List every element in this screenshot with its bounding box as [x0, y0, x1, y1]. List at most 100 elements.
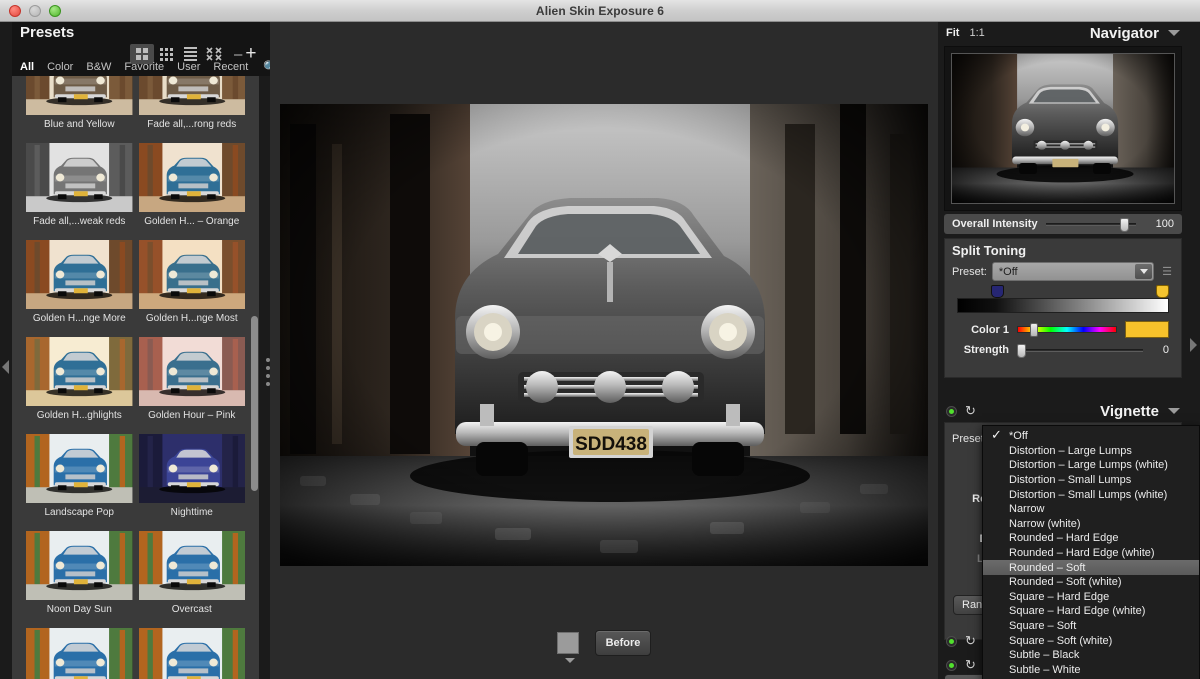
dropdown-option[interactable]: Square – Hard Edge — [983, 590, 1199, 605]
split-toning-preset-combo[interactable]: *Off — [992, 262, 1154, 281]
split-toning-title: Split Toning — [945, 239, 1181, 260]
filter-tab-all[interactable]: All — [20, 61, 34, 73]
presets-header: Presets – + A — [12, 22, 270, 76]
overall-intensity-value: 100 — [1144, 218, 1174, 230]
navigator-1to1-button[interactable]: 1:1 — [969, 27, 984, 39]
preset-thumbnail[interactable] — [139, 337, 246, 406]
reset-icon[interactable]: ↻ — [965, 403, 976, 419]
preset-thumbnail[interactable] — [26, 76, 133, 115]
dropdown-option[interactable]: Narrow (white) — [983, 517, 1199, 532]
dropdown-option[interactable]: Distortion – Small Lumps (white) — [983, 487, 1199, 502]
preset-item[interactable]: Fade all,...weak reds — [26, 135, 133, 232]
navigator-preview-frame — [944, 46, 1182, 211]
shadow-tone-marker[interactable] — [991, 285, 1004, 298]
preset-thumbnail[interactable] — [139, 628, 246, 679]
preset-thumbnail[interactable] — [26, 143, 133, 212]
filter-tab-recent[interactable]: Recent — [213, 61, 248, 73]
preset-thumbnail[interactable] — [26, 337, 133, 406]
preset-item[interactable]: Fade all,...rong reds — [139, 76, 246, 135]
preset-thumbnail[interactable] — [26, 531, 133, 600]
preset-thumbnail[interactable] — [139, 434, 246, 503]
navigator-thumbnail[interactable] — [951, 53, 1175, 204]
preset-thumbnail[interactable] — [26, 434, 133, 503]
strength-slider[interactable] — [1017, 349, 1143, 352]
presets-scroll-area[interactable]: Blue and Yellow Fade all,...rong reds Fa… — [12, 76, 259, 679]
preset-label: Golden H...nge Most — [139, 309, 246, 329]
preset-item[interactable]: Overcast — [139, 523, 246, 620]
before-button[interactable]: Before — [595, 630, 652, 656]
preset-item[interactable]: Golden H... – Orange — [139, 135, 246, 232]
preset-menu-icon[interactable]: ☰ — [1159, 265, 1175, 278]
filter-tab-color[interactable]: Color — [47, 61, 73, 73]
presets-scrollbar[interactable] — [251, 316, 258, 491]
dropdown-option[interactable]: Rounded – Hard Edge — [983, 531, 1199, 546]
dropdown-option[interactable]: Square – Hard Edge (white) — [983, 604, 1199, 619]
vignette-title: Vignette — [1100, 403, 1159, 420]
collapse-arrows-glyph — [206, 47, 222, 61]
color1-row: Color 1 — [957, 321, 1169, 338]
minimize-button[interactable] — [29, 5, 41, 17]
preset-item[interactable]: Saturati...d – Warm — [139, 620, 246, 679]
chevron-down-icon[interactable] — [1168, 30, 1180, 36]
preset-item[interactable]: Nighttime — [139, 426, 246, 523]
dropdown-option[interactable]: Distortion – Large Lumps (white) — [983, 458, 1199, 473]
filter-tab-bw[interactable]: B&W — [86, 61, 111, 73]
collapse-right-panel-arrow[interactable] — [1190, 338, 1197, 352]
preset-thumbnail[interactable] — [26, 240, 133, 309]
split-toning-gradient-bar[interactable] — [957, 298, 1169, 313]
overall-intensity-knob[interactable] — [1120, 218, 1129, 232]
main-photo[interactable]: SDD438 — [280, 104, 928, 566]
strength-knob[interactable] — [1017, 344, 1026, 358]
dropdown-option[interactable]: Square – Soft — [983, 619, 1199, 634]
power-led-icon[interactable] — [946, 660, 957, 671]
power-led-icon[interactable] — [946, 636, 957, 647]
strength-row: Strength 0 — [957, 344, 1169, 356]
color1-swatch[interactable] — [1125, 321, 1169, 338]
preset-item[interactable]: Noon Day Sun — [26, 523, 133, 620]
overall-intensity-slider[interactable] — [1046, 223, 1136, 226]
dropdown-option[interactable]: Square – Soft (white) — [983, 633, 1199, 648]
preset-thumbnail[interactable] — [139, 76, 246, 115]
preset-item[interactable]: Blue and Yellow — [26, 76, 133, 135]
navigator-fit-button[interactable]: Fit — [946, 27, 959, 39]
power-led-icon[interactable] — [946, 406, 957, 417]
reset-icon[interactable]: ↻ — [965, 657, 976, 673]
dropdown-option[interactable]: Narrow — [983, 502, 1199, 517]
preset-thumbnail[interactable] — [139, 143, 246, 212]
dropdown-option[interactable]: Subtle – Black — [983, 648, 1199, 663]
chevron-down-icon[interactable] — [1135, 264, 1152, 279]
filter-tab-favorite[interactable]: Favorite — [124, 61, 164, 73]
preset-item[interactable]: Golden Hour – Pink — [139, 329, 246, 426]
reset-icon[interactable]: ↻ — [965, 633, 976, 649]
preset-label: Blue and Yellow — [26, 115, 133, 135]
dropdown-option[interactable]: Rounded – Hard Edge (white) — [983, 546, 1199, 561]
dropdown-option[interactable]: Distortion – Small Lumps — [983, 473, 1199, 488]
preset-thumbnail[interactable] — [139, 531, 246, 600]
preset-item[interactable]: Golden H...nge Most — [139, 232, 246, 329]
preset-item[interactable]: Golden H...nge More — [26, 232, 133, 329]
filter-tab-user[interactable]: User — [177, 61, 200, 73]
preset-item[interactable]: Landscape Pop — [26, 426, 133, 523]
color1-hue-slider[interactable] — [1017, 326, 1117, 333]
window-controls[interactable] — [9, 5, 61, 17]
preset-item[interactable]: Overcast ...ghlights) — [26, 620, 133, 679]
swatch-dropdown-caret[interactable] — [565, 658, 575, 663]
close-button[interactable] — [9, 5, 21, 17]
color1-hue-knob[interactable] — [1030, 323, 1038, 337]
preset-item[interactable]: Golden H...ghlights — [26, 329, 133, 426]
dropdown-option[interactable]: Rounded – Soft (white) — [983, 575, 1199, 590]
background-color-swatch[interactable] — [557, 632, 579, 654]
dropdown-option[interactable]: Distortion – Large Lumps — [983, 444, 1199, 459]
dropdown-option[interactable]: *Off — [983, 429, 1199, 444]
vignette-preset-dropdown[interactable]: *OffDistortion – Large LumpsDistortion –… — [982, 425, 1200, 679]
preset-label: Golden H...ghlights — [26, 406, 133, 426]
zoom-button[interactable] — [49, 5, 61, 17]
navigator-photo — [952, 54, 1174, 203]
preset-thumbnail[interactable] — [139, 240, 246, 309]
dropdown-option[interactable]: Subtle – White — [983, 663, 1199, 678]
highlight-tone-marker[interactable] — [1156, 285, 1169, 298]
preset-thumbnail[interactable] — [26, 628, 133, 679]
dropdown-option[interactable]: Rounded – Soft — [983, 560, 1199, 575]
collapse-left-panel-arrow[interactable] — [2, 360, 9, 374]
chevron-down-icon[interactable] — [1168, 408, 1180, 414]
